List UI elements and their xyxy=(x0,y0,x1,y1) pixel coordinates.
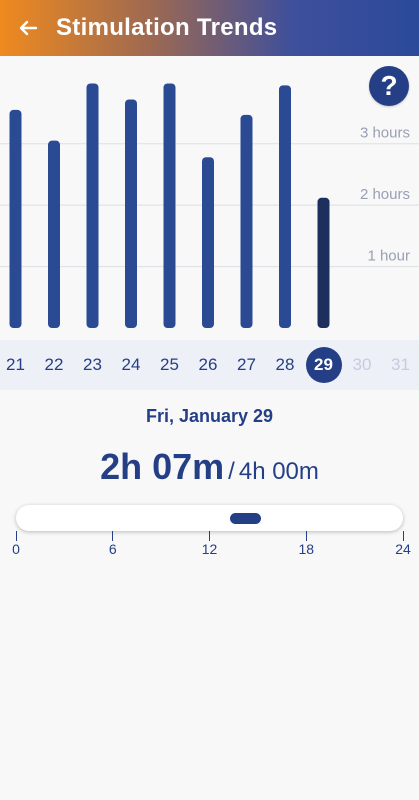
day-timeline xyxy=(16,505,403,531)
day-26[interactable]: 26 xyxy=(189,340,227,390)
total-time: 2h 07m xyxy=(100,446,225,487)
stimulation-session-segment xyxy=(230,513,262,524)
app-bar: Stimulation Trends xyxy=(0,0,419,56)
y-tick-label: 2 hours xyxy=(360,186,410,203)
day-label: 22 xyxy=(44,355,64,374)
bar-day-27[interactable] xyxy=(240,114,253,328)
bar-day-21[interactable] xyxy=(9,109,22,328)
page-title: Stimulation Trends xyxy=(56,14,278,41)
bar-day-26[interactable] xyxy=(202,157,214,328)
day-label: 29 xyxy=(305,347,342,383)
day-22[interactable]: 22 xyxy=(35,340,73,390)
y-tick-label: 3 hours xyxy=(360,125,410,142)
timeline-tick xyxy=(305,531,307,541)
bar-day-28[interactable] xyxy=(279,85,291,328)
bar-day-29[interactable] xyxy=(317,197,330,328)
day-31: 31 xyxy=(382,340,419,390)
day-label: 24 xyxy=(121,355,141,374)
bar-day-24[interactable] xyxy=(125,99,137,328)
day-24[interactable]: 24 xyxy=(112,340,150,390)
y-tick-label: 1 hour xyxy=(367,248,410,265)
day-23[interactable]: 23 xyxy=(74,340,112,390)
selected-date: Fri, January 29 xyxy=(145,406,274,426)
stimulation-bar-chart: 1 hour 2 hours 3 hours xyxy=(0,83,419,328)
day-30: 30 xyxy=(343,340,381,390)
timeline-tick-label: 0 xyxy=(12,541,20,557)
day-27[interactable]: 27 xyxy=(228,340,266,390)
day-label: 30 xyxy=(352,355,372,374)
day-selector: 21 22 23 24 25 26 27 28 29 30 31 xyxy=(0,340,419,390)
day-label: 23 xyxy=(83,355,102,374)
bar-day-25[interactable] xyxy=(163,83,176,328)
daily-total: 2h 07m/4h 00m xyxy=(0,446,419,488)
question-mark-icon: ? xyxy=(380,70,398,101)
day-21[interactable]: 21 xyxy=(0,340,35,390)
day-25[interactable]: 25 xyxy=(151,340,189,390)
separator: / xyxy=(228,458,235,485)
goal-time: 4h 00m xyxy=(238,458,319,485)
day-label: 26 xyxy=(198,355,218,374)
day-label: 31 xyxy=(391,355,410,374)
day-label: 28 xyxy=(275,355,295,374)
back-arrow-icon[interactable] xyxy=(0,0,56,56)
timeline-tick xyxy=(402,531,404,541)
day-label: 21 xyxy=(6,355,25,374)
timeline-axis: 0 6 12 18 24 xyxy=(0,531,419,571)
day-label: 27 xyxy=(237,355,256,374)
timeline-tick-label: 18 xyxy=(298,541,315,557)
timeline-tick xyxy=(112,531,114,541)
timeline-tick-label: 24 xyxy=(395,541,411,557)
timeline-tick-label: 12 xyxy=(201,541,218,557)
timeline-tick xyxy=(15,531,17,541)
day-28[interactable]: 28 xyxy=(266,340,304,390)
day-29[interactable]: 29 xyxy=(305,340,343,390)
bar-day-23[interactable] xyxy=(86,83,99,328)
help-button[interactable]: ? xyxy=(369,66,409,106)
day-label: 25 xyxy=(160,355,179,374)
timeline-tick xyxy=(209,531,210,541)
bar-day-22[interactable] xyxy=(48,140,60,328)
timeline-tick-label: 6 xyxy=(108,541,117,557)
